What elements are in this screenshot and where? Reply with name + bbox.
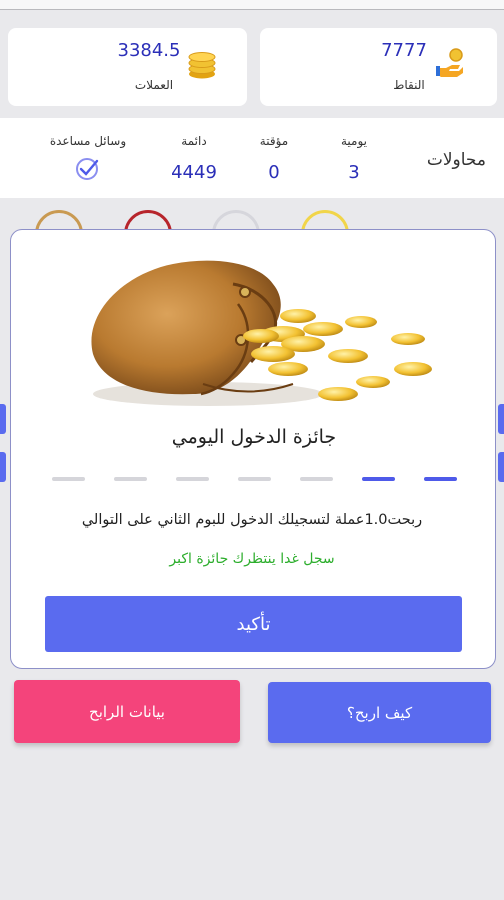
day-progress-3 bbox=[176, 477, 209, 481]
day-progress-5 bbox=[300, 477, 333, 481]
confirm-button[interactable]: تأكيد bbox=[45, 596, 462, 652]
permanent-attempts: دائمة 4449 bbox=[162, 134, 226, 183]
bg-edge-left-2 bbox=[0, 452, 6, 482]
day-progress-2 bbox=[114, 477, 147, 481]
temporary-value: 0 bbox=[268, 162, 280, 183]
points-label: النقاط bbox=[393, 78, 425, 92]
reward-sub-message: سجل غدا ينتظرك جائزة اكبر bbox=[169, 551, 335, 567]
daily-value: 3 bbox=[348, 162, 360, 183]
permanent-label: دائمة bbox=[181, 134, 207, 148]
day-progress-6 bbox=[362, 477, 395, 481]
helpers-attempts[interactable]: وسائل مساعدة bbox=[36, 134, 140, 182]
how-to-win-button[interactable]: كيف اربح؟ bbox=[268, 682, 491, 743]
daily-label: يومية bbox=[340, 134, 368, 148]
hand-coin-icon bbox=[434, 46, 468, 84]
reward-message: ربحت1.0عملة لتسجيلك الدخول للبوم الثاني … bbox=[81, 512, 423, 528]
attempts-panel: محاولات يومية 3 مؤقتة 0 دائمة 4449 وسائل… bbox=[0, 118, 504, 198]
points-card: 7777 النقاط bbox=[260, 28, 497, 106]
dialog-title: جائزة الدخول اليومي bbox=[171, 426, 337, 448]
day-progress-1 bbox=[52, 477, 85, 481]
coins-label: العملات bbox=[134, 78, 174, 92]
bg-edge-right-2 bbox=[498, 452, 504, 482]
coins-card: 3384.5 العملات bbox=[8, 28, 247, 106]
coin-bag-illustration bbox=[83, 244, 433, 428]
points-value: 7777 bbox=[381, 40, 427, 61]
helpers-label: وسائل مساعدة bbox=[49, 134, 127, 148]
daily-attempts: يومية 3 bbox=[322, 134, 386, 183]
check-badge-icon bbox=[36, 156, 140, 182]
temporary-label: مؤقتة bbox=[259, 134, 289, 148]
day-progress-4 bbox=[238, 477, 271, 481]
winner-data-button[interactable]: بيانات الرابح bbox=[14, 680, 240, 743]
bg-edge-left-1 bbox=[0, 404, 6, 434]
permanent-value: 4449 bbox=[171, 162, 217, 183]
bg-edge-right-1 bbox=[498, 404, 504, 434]
status-strip bbox=[0, 0, 504, 10]
coins-stack-icon bbox=[186, 46, 220, 84]
attempts-title: محاولات bbox=[426, 150, 486, 170]
temporary-attempts: مؤقتة 0 bbox=[242, 134, 306, 183]
coins-value: 3384.5 bbox=[117, 40, 181, 61]
day-progress-7 bbox=[424, 477, 457, 481]
